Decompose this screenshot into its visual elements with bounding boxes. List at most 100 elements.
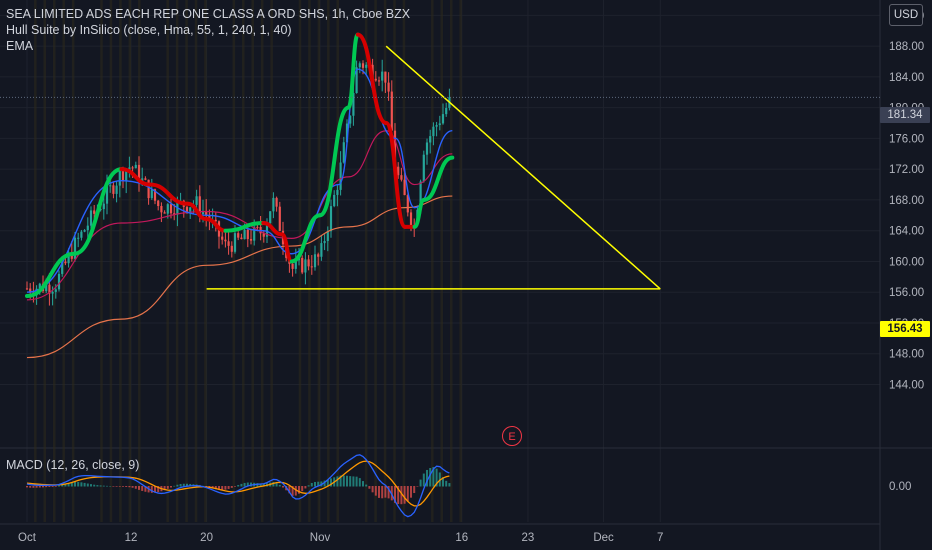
chart-canvas[interactable]: 192.00188.00184.00180.00176.00172.00168.…	[0, 0, 932, 550]
candle-body	[64, 261, 67, 264]
candle-body	[157, 200, 160, 207]
session-band	[270, 0, 273, 522]
time-tick-label: 7	[657, 532, 663, 544]
candle-body	[189, 207, 192, 212]
candle-body	[365, 64, 368, 68]
macd-histogram-bar	[179, 484, 182, 487]
candle-body	[134, 164, 137, 169]
macd-histogram-bar	[102, 485, 105, 487]
macd-histogram-bar	[42, 486, 44, 488]
candle-body	[89, 210, 93, 226]
macd-histogram-bar	[346, 475, 348, 487]
macd-histogram-bar	[29, 486, 32, 488]
macd-histogram-bar	[58, 485, 60, 487]
candle-body	[272, 197, 275, 212]
candle-body	[256, 226, 259, 228]
macd-histogram-bar	[38, 486, 41, 488]
time-tick-label: 20	[200, 532, 213, 544]
session-band	[242, 0, 245, 522]
time-tick-label: Oct	[18, 532, 37, 544]
macd-histogram-bar	[362, 481, 364, 487]
session-band	[364, 0, 368, 522]
candle-body	[278, 206, 281, 231]
ema-legend[interactable]: EMA	[6, 38, 410, 54]
macd-histogram-bar	[371, 486, 374, 493]
macd-histogram-bar	[221, 486, 224, 490]
macd-histogram-bar	[32, 486, 35, 488]
session-band	[185, 0, 188, 522]
candle-body	[425, 142, 429, 155]
macd-histogram-bar	[384, 486, 387, 498]
macd-histogram-bar	[166, 486, 169, 489]
candle-body	[317, 254, 320, 257]
candle-body	[109, 185, 112, 187]
time-tick-label: Dec	[593, 532, 614, 544]
macd-histogram-bar	[278, 484, 281, 487]
macd-histogram-bar	[445, 480, 448, 487]
macd-histogram-bar	[240, 483, 243, 487]
candle-body	[150, 189, 153, 199]
candle-body	[333, 194, 336, 207]
session-band	[440, 0, 444, 522]
macd-histogram-bar	[131, 486, 134, 488]
macd-histogram-bar	[310, 482, 313, 487]
macd-histogram-bar	[74, 481, 76, 487]
macd-histogram-bar	[118, 486, 121, 487]
earnings-icon[interactable]: E	[502, 426, 522, 446]
session-band	[459, 0, 462, 522]
macd-histogram-bar	[48, 486, 51, 487]
currency-button[interactable]: USD	[889, 4, 923, 26]
macd-histogram-bar	[358, 478, 361, 487]
session-band	[109, 0, 113, 522]
macd-histogram-bar	[35, 486, 38, 488]
candle-body	[80, 231, 83, 238]
macd-histogram-bar	[448, 483, 451, 487]
price-tick-label: 160.00	[889, 256, 924, 268]
candle-body	[25, 288, 29, 290]
session-band	[327, 0, 330, 522]
macd-histogram-bar	[352, 476, 355, 487]
macd-histogram-bar	[410, 486, 412, 498]
trendline-descending	[385, 45, 661, 290]
hull-suite-legend[interactable]: Hull Suite by InSilico (close, Hma, 55, …	[6, 22, 410, 38]
candle-body	[438, 123, 441, 126]
session-band	[175, 0, 179, 522]
macd-histogram-bar	[125, 486, 128, 487]
session-band	[194, 0, 198, 522]
macd-histogram	[26, 467, 451, 505]
macd-histogram-bar	[176, 484, 179, 487]
candle-body	[390, 91, 393, 131]
candle-body	[342, 142, 345, 163]
candle-body	[115, 185, 118, 194]
candle-body	[221, 236, 224, 240]
candle-body	[339, 162, 342, 190]
candle-body	[112, 185, 115, 194]
session-band	[52, 0, 56, 522]
candle-body	[301, 257, 304, 273]
macd-histogram-bar	[122, 486, 124, 487]
price-tick-label: 176.00	[889, 133, 924, 145]
macd-histogram-bar	[170, 486, 172, 488]
macd-histogram-bar	[83, 482, 86, 487]
macd-histogram-bar	[96, 485, 99, 487]
symbol-title[interactable]: SEA LIMITED ADS EACH REP ONE CLASS A ORD…	[6, 6, 410, 22]
macd-histogram-bar	[342, 475, 345, 487]
macd-histogram-bar	[90, 484, 92, 487]
macd-histogram-bar	[26, 486, 28, 488]
macd-histogram-bar	[134, 486, 137, 489]
macd-histogram-bar	[307, 485, 310, 487]
macd-histogram-bar	[109, 485, 112, 487]
candle-body	[86, 225, 89, 231]
hull-suite-segment	[421, 155, 455, 202]
candle-body	[121, 171, 125, 181]
candle-body	[435, 125, 438, 127]
candle-body	[57, 273, 61, 290]
session-band	[260, 0, 264, 522]
candle-body	[429, 136, 432, 143]
macd-legend[interactable]: MACD (12, 26, close, 9)	[6, 458, 139, 472]
macd-histogram-bar	[237, 484, 240, 487]
candle-body	[160, 206, 163, 213]
session-band	[119, 0, 122, 522]
macd-histogram-bar	[141, 486, 144, 491]
candle-body	[227, 241, 230, 246]
